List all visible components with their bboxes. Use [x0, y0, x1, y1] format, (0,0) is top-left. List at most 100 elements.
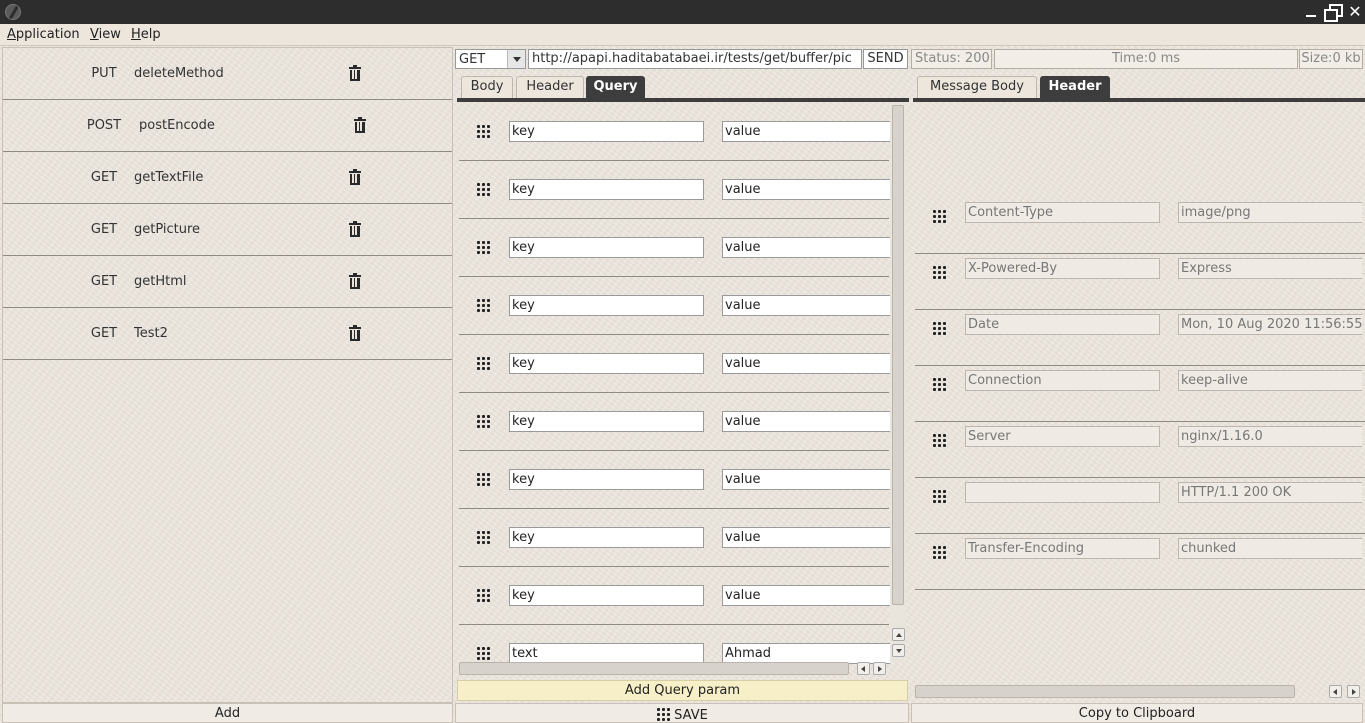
scroll-down-icon[interactable]	[892, 644, 905, 657]
params-horizontal-scrollbar[interactable]	[459, 662, 891, 676]
drag-handle-icon[interactable]	[476, 124, 491, 139]
trash-icon[interactable]	[349, 169, 361, 185]
menu-application[interactable]: Application	[7, 27, 80, 42]
drag-handle-icon[interactable]	[476, 530, 491, 545]
param-key-input[interactable]: key	[509, 469, 704, 490]
method-value: GET	[459, 52, 486, 67]
header-value-field: keep-alive	[1178, 370, 1362, 391]
query-param-row: key value	[459, 277, 890, 335]
param-key-input[interactable]: key	[509, 295, 704, 316]
request-method: POST	[86, 118, 122, 133]
drag-handle-icon[interactable]	[476, 240, 491, 255]
tab-response-header[interactable]: Header	[1040, 76, 1110, 98]
param-value-input[interactable]: value	[722, 585, 890, 606]
add-query-param-button[interactable]: Add Query param	[457, 680, 908, 701]
request-list: PUT deleteMethod POST postEncode GET get…	[2, 47, 453, 703]
request-item[interactable]: GET Test2	[3, 308, 452, 360]
drag-handle-icon[interactable]	[476, 414, 491, 429]
scroll-left-icon[interactable]	[857, 662, 870, 675]
query-param-row: key value	[459, 451, 890, 509]
scroll-thumb[interactable]	[892, 105, 904, 605]
drag-handle-icon[interactable]	[476, 182, 491, 197]
request-item[interactable]: PUT deleteMethod	[3, 48, 452, 100]
param-value-input[interactable]: value	[722, 353, 890, 374]
copy-to-clipboard-button[interactable]: Copy to Clipboard	[911, 703, 1363, 723]
minimize-icon[interactable]	[1302, 2, 1322, 22]
scroll-up-icon[interactable]	[892, 628, 905, 641]
request-item[interactable]: GET getHtml	[3, 256, 452, 308]
param-value-input[interactable]: value	[722, 295, 890, 316]
tab-body[interactable]: Body	[461, 76, 513, 98]
drag-handle-icon[interactable]	[476, 298, 491, 313]
size-label: Size:0 kb	[1299, 49, 1363, 69]
add-request-button[interactable]: Add	[2, 703, 453, 723]
menu-view[interactable]: View	[90, 27, 121, 42]
param-key-input[interactable]: key	[509, 353, 704, 374]
param-value-input[interactable]: value	[722, 121, 890, 142]
request-method: GET	[90, 222, 118, 237]
param-key-input[interactable]: key	[509, 179, 704, 200]
request-item[interactable]: GET getTextFile	[3, 152, 452, 204]
param-value-input[interactable]: value	[722, 411, 890, 432]
param-key-input[interactable]: key	[509, 237, 704, 258]
query-param-row: key value	[459, 393, 890, 451]
query-param-row: key value	[459, 161, 890, 219]
scroll-right-icon[interactable]	[873, 662, 886, 675]
request-name: getTextFile	[134, 170, 204, 185]
scroll-thumb[interactable]	[915, 685, 1295, 698]
request-name: deleteMethod	[134, 66, 224, 81]
menu-help[interactable]: Help	[131, 27, 161, 42]
scroll-right-icon[interactable]	[1347, 685, 1360, 698]
drag-handle-icon[interactable]	[476, 646, 491, 661]
header-key-field: Transfer-Encoding	[965, 538, 1160, 559]
chevron-down-icon[interactable]	[507, 50, 525, 68]
headers-horizontal-scrollbar[interactable]	[915, 685, 1365, 699]
param-key-input[interactable]: key	[509, 411, 704, 432]
drag-handle-icon	[932, 209, 947, 224]
method-select[interactable]: GET	[455, 49, 526, 69]
param-value-input[interactable]: value	[722, 179, 890, 200]
trash-icon[interactable]	[349, 273, 361, 289]
param-value-input[interactable]: value	[722, 527, 890, 548]
param-value-input[interactable]: value	[722, 469, 890, 490]
header-row: Content-Type image/png	[915, 198, 1365, 254]
tab-query[interactable]: Query	[586, 76, 645, 98]
params-vertical-scrollbar[interactable]	[890, 103, 906, 663]
header-value-field: chunked	[1178, 538, 1362, 559]
query-param-row: key value	[459, 219, 890, 277]
request-method: PUT	[91, 66, 117, 81]
tab-message-body[interactable]: Message Body	[917, 76, 1037, 98]
request-tabs: Body Header Query	[461, 76, 901, 98]
query-param-row: key value	[459, 335, 890, 393]
header-row: Connection keep-alive	[915, 366, 1365, 422]
maximize-icon[interactable]	[1322, 2, 1343, 22]
param-value-input[interactable]: Ahmad	[722, 643, 890, 664]
query-params-list: key value key value key value key value …	[455, 103, 909, 679]
param-value-input[interactable]: value	[722, 237, 890, 258]
drag-handle-icon[interactable]	[476, 588, 491, 603]
drag-handle-icon[interactable]	[476, 356, 491, 371]
request-item[interactable]: GET getPicture	[3, 204, 452, 256]
save-button[interactable]: SAVE	[455, 703, 909, 723]
close-icon[interactable]: ✕	[1345, 2, 1365, 22]
trash-icon[interactable]	[349, 325, 361, 341]
send-button[interactable]: SEND	[863, 49, 908, 69]
param-key-input[interactable]: key	[509, 527, 704, 548]
header-key-field: Connection	[965, 370, 1160, 391]
drag-handle-icon[interactable]	[476, 472, 491, 487]
request-name: getPicture	[134, 222, 201, 237]
trash-icon[interactable]	[349, 221, 361, 237]
query-param-row: key value	[459, 509, 890, 567]
param-key-input[interactable]: key	[509, 121, 704, 142]
param-key-input[interactable]: key	[509, 585, 704, 606]
param-key-input[interactable]: text	[509, 643, 704, 664]
trash-icon[interactable]	[354, 117, 366, 133]
tab-header[interactable]: Header	[516, 76, 584, 98]
trash-icon[interactable]	[349, 65, 361, 81]
scroll-thumb[interactable]	[459, 662, 849, 675]
header-key-field: Server	[965, 426, 1160, 447]
request-name: Test2	[134, 326, 168, 341]
scroll-left-icon[interactable]	[1329, 685, 1342, 698]
url-input[interactable]: http://apapi.haditabatabaei.ir/tests/get…	[528, 49, 862, 69]
request-item[interactable]: POST postEncode	[3, 100, 452, 152]
